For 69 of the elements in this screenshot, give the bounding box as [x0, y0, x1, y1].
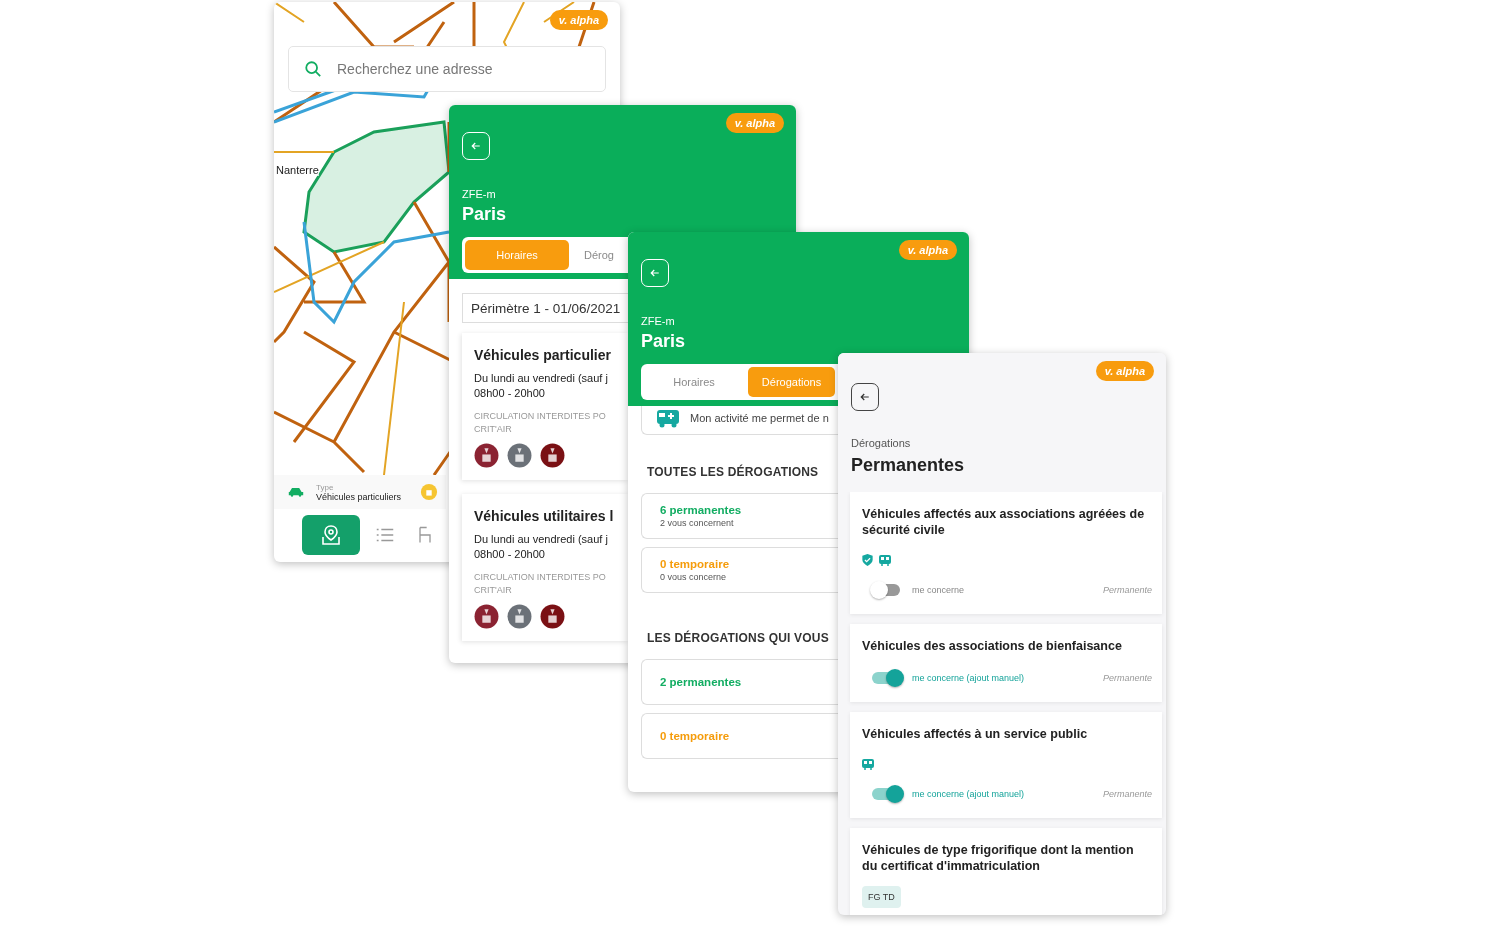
code-tag: FG TD [862, 886, 901, 908]
ambulance-icon [656, 408, 680, 428]
type-selector[interactable]: Type Véhicules particuliers [274, 475, 446, 509]
restriction-text: CRIT'AIR [474, 584, 512, 597]
derogation-type: Permanente [1102, 673, 1152, 683]
tab[interactable]: Dérog [573, 240, 625, 270]
place-label: Nanterre [276, 164, 319, 176]
toggle-label: me concerne (ajout manuel) [912, 673, 1026, 683]
header-title: Permanentes [851, 455, 965, 476]
search-icon [304, 60, 322, 78]
activity-row[interactable]: Mon activité me permet de n [641, 406, 838, 435]
toggle-label: me concerne [912, 585, 966, 595]
count-text: 2 permanentes [660, 676, 742, 688]
rule-title: Véhicules utilitaires l [474, 508, 614, 524]
derogation-title: Véhicules des associations de bienfaisance [862, 638, 1122, 654]
back-arrow-icon [859, 391, 871, 403]
derogation-type: Permanente [1102, 789, 1152, 799]
bus-icon [879, 554, 891, 566]
count-card[interactable]: 6 permanentes 2 vous concernent [641, 493, 838, 539]
count-text: 0 temporaire [660, 730, 730, 742]
map-pin-icon [319, 523, 343, 547]
header-subtitle: ZFE-m [462, 188, 496, 200]
restriction-text: CRIT'AIR [474, 423, 512, 436]
count-text: 6 permanentes [660, 504, 742, 516]
count-card[interactable]: 2 permanentes [641, 659, 838, 705]
tab[interactable]: Dérogations [748, 367, 835, 397]
search-field[interactable]: Recherchez une adresse [288, 46, 606, 92]
derogation-title: Véhicules affectés aux associations agréées de sécurité civile [862, 506, 1146, 538]
rule-hours: 08h00 - 20h00 [474, 387, 545, 399]
activity-text: Mon activité me permet de n [690, 412, 829, 424]
version-badge: v. alpha [1095, 361, 1154, 381]
count-card[interactable]: 0 temporaire 0 vous concerne [641, 547, 838, 593]
restriction-text: CIRCULATION INTERDITES PO [474, 410, 606, 423]
section-heading: LES DÉROGATIONS QUI VOUS [647, 631, 829, 645]
header-title: Paris [462, 204, 507, 225]
toggle-label: me concerne (ajout manuel) [912, 789, 1026, 799]
tab[interactable]: Horaires [465, 240, 569, 270]
header-title: Paris [641, 331, 686, 352]
bus-icon [862, 758, 874, 770]
version-badge: v. alpha [725, 113, 784, 133]
section-heading: TOUTES LES DÉROGATIONS [647, 465, 819, 479]
count-text: 0 temporaire [660, 558, 730, 570]
crit-air-sticker-icon [420, 483, 438, 501]
rule-days: Du lundi au vendredi (sauf j [474, 372, 608, 384]
perimeter-select[interactable]: Périmètre 1 - 01/06/2021 [462, 293, 628, 323]
derogation-type: Permanente [1102, 585, 1152, 595]
version-badge: v. alpha [549, 10, 608, 30]
derogation-title: Véhicules de type frigorifique dont la mention du certificat d'immatriculation [862, 842, 1135, 874]
version-badge: v. alpha [898, 240, 957, 260]
toggle-switch[interactable] [872, 584, 900, 596]
type-value: Véhicules particuliers [316, 491, 403, 502]
back-arrow-icon [470, 140, 482, 152]
shield-icon [862, 554, 873, 566]
back-button[interactable] [851, 383, 879, 411]
rule-days: Du lundi au vendredi (sauf j [474, 533, 608, 545]
detail-text: 0 vous concerne [660, 572, 727, 582]
count-card[interactable]: 0 temporaire [641, 713, 838, 759]
restriction-text: CIRCULATION INTERDITES PO [474, 571, 606, 584]
rule-title: Véhicules particulier [474, 347, 611, 363]
derogation-title: Véhicules affectés à un service public [862, 726, 1088, 742]
car-icon [288, 487, 304, 497]
type-label: Type [316, 482, 334, 492]
header-subtitle: ZFE-m [641, 315, 675, 327]
nav-button[interactable] [302, 515, 360, 555]
detail-text: 2 vous concernent [660, 518, 734, 528]
tab[interactable]: Horaires [644, 367, 744, 397]
back-arrow-icon [649, 267, 661, 279]
header-subtitle: Dérogations [851, 437, 911, 449]
rule-hours: 08h00 - 20h00 [474, 548, 545, 560]
